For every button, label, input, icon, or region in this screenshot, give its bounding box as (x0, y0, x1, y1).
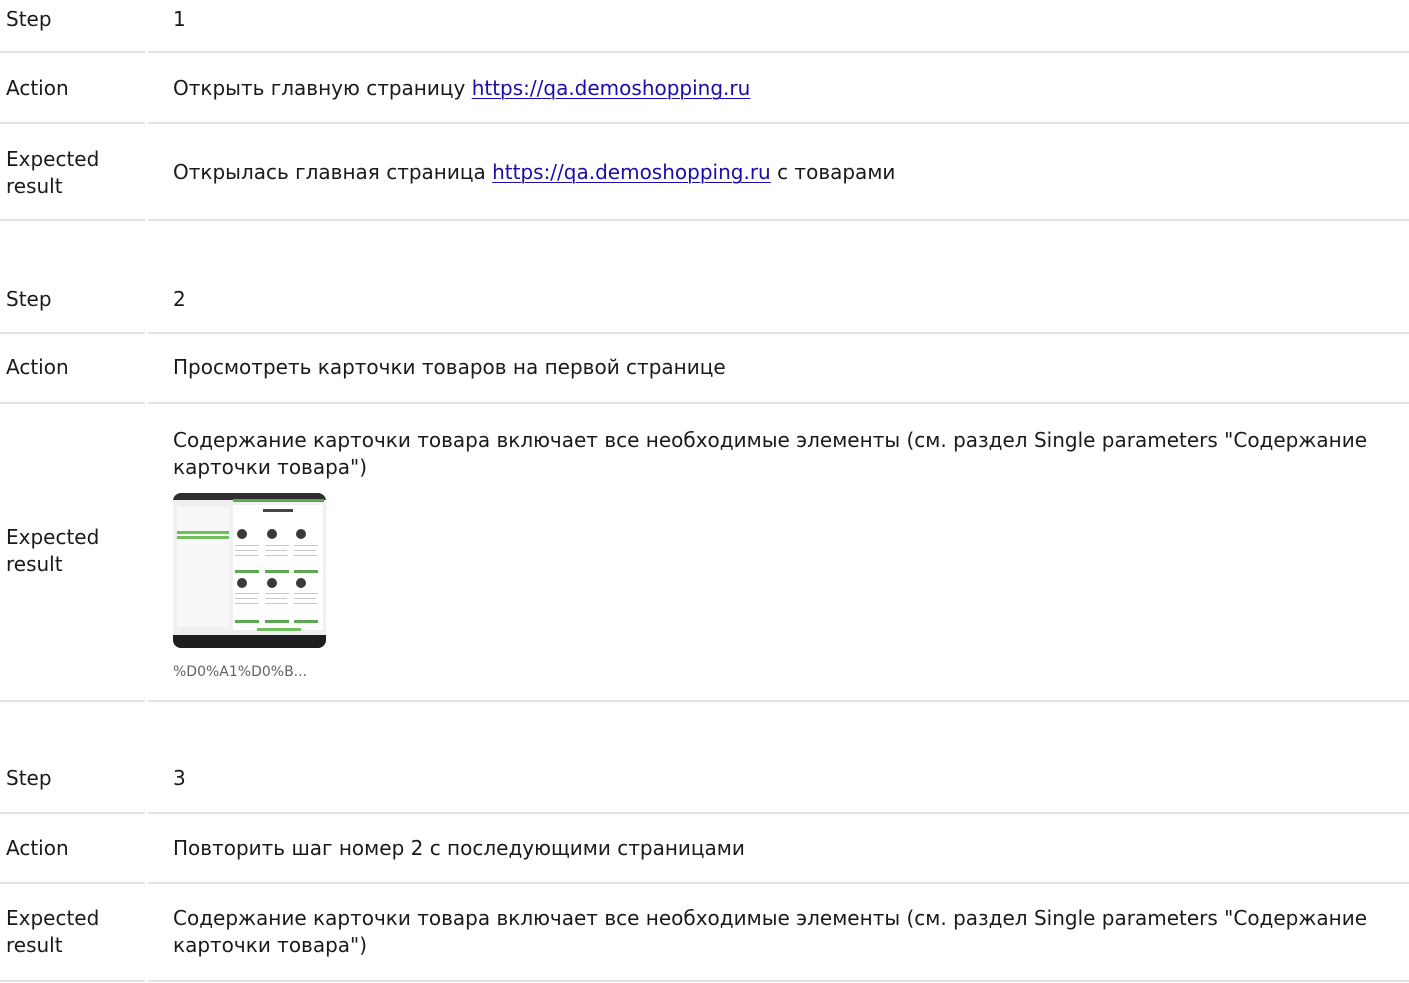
action-text: Просмотреть карточки товаров на первой с… (173, 355, 726, 379)
attachment-thumbnail[interactable] (173, 493, 326, 648)
expected-label-line2: result (6, 552, 63, 576)
step-number: 3 (173, 766, 186, 790)
thumb-text-line (294, 550, 316, 551)
expected-result-label: Expected result (6, 524, 99, 578)
action-label: Action (6, 76, 69, 100)
expected-label-line2: result (6, 933, 63, 957)
step-row: Step 1 (0, 0, 1409, 53)
action-text: Открыть главную страницу https://qa.demo… (173, 75, 1369, 102)
expected-label-line2: result (6, 174, 63, 198)
thumb-nav (233, 499, 324, 502)
thumb-main (233, 505, 323, 630)
expected-text-prefix: Открылась главная страница (173, 160, 486, 184)
thumb-text-line (265, 550, 287, 551)
expected-result-label: Expected result (6, 905, 99, 959)
divider (0, 980, 1409, 982)
thumb-text-line (294, 593, 318, 594)
divider (0, 219, 1409, 221)
thumb-card-button (265, 570, 289, 573)
thumb-card-button (235, 570, 259, 573)
thumb-text-line (235, 545, 259, 546)
thumb-sidebar (177, 507, 229, 627)
thumb-card-button (294, 570, 318, 573)
thumb-text-line (265, 598, 287, 599)
thumb-text-line (265, 545, 289, 546)
action-row: Action Повторить шаг номер 2 с последующ… (0, 814, 1409, 884)
thumb-pagination (257, 628, 301, 631)
thumb-text-line (294, 603, 317, 604)
thumb-card-button (294, 620, 318, 623)
step-label: Step (6, 766, 52, 790)
thumb-product-icon (237, 529, 247, 539)
thumb-product-icon (267, 529, 277, 539)
expected-result-text: Содержание карточки товара включает все … (173, 906, 1368, 957)
expected-label-line1: Expected (6, 147, 100, 171)
action-label: Action (6, 836, 69, 860)
thumb-sidebar-button (177, 536, 229, 539)
thumb-text-line (294, 555, 317, 556)
expected-label-line1: Expected (6, 906, 100, 930)
step-label: Step (6, 7, 52, 31)
expected-result-row: Expected result Открылась главная страни… (0, 124, 1409, 221)
expected-result-row: Expected result Содержание карточки това… (0, 884, 1409, 982)
expected-text-suffix: с товарами (777, 160, 896, 184)
thumb-text-line (265, 603, 288, 604)
thumb-product-icon (296, 578, 306, 588)
action-text: Повторить шаг номер 2 с последующими стр… (173, 836, 745, 860)
action-row: Action Открыть главную страницу https://… (0, 53, 1409, 124)
thumb-footer (173, 635, 326, 648)
thumb-text-line (265, 555, 288, 556)
thumb-text-line (235, 603, 258, 604)
expected-label-line1: Expected (6, 525, 100, 549)
thumb-text-line (294, 598, 316, 599)
thumb-text-line (294, 545, 318, 546)
thumb-sidebar-button (177, 531, 229, 534)
thumb-title (263, 509, 293, 512)
thumb-card-button (235, 620, 259, 623)
thumb-product-icon (237, 578, 247, 588)
step-row: Step 2 (0, 280, 1409, 334)
thumb-card-button (265, 620, 289, 623)
step-label: Step (6, 287, 52, 311)
action-label: Action (6, 355, 69, 379)
demoshopping-link[interactable]: https://qa.demoshopping.ru (472, 76, 751, 100)
step-number: 2 (173, 287, 186, 311)
demoshopping-link[interactable]: https://qa.demoshopping.ru (492, 160, 771, 184)
expected-result-text: Открылась главная страница https://qa.de… (173, 159, 1369, 186)
thumb-product-icon (267, 578, 277, 588)
expected-result-row: Expected result Содержание карточки това… (0, 404, 1409, 702)
thumb-text-line (235, 593, 259, 594)
attachment-caption[interactable]: %D0%A1%D0%B... (173, 663, 307, 681)
divider (0, 700, 1409, 702)
expected-result-text: Содержание карточки товара включает все … (173, 428, 1368, 479)
thumb-text-line (265, 593, 289, 594)
step-number: 1 (173, 7, 186, 31)
thumb-text-line (235, 555, 258, 556)
action-row: Action Просмотреть карточки товаров на п… (0, 334, 1409, 404)
thumb-text-line (235, 550, 257, 551)
thumb-product-icon (296, 529, 306, 539)
action-text-prefix: Открыть главную страницу (173, 76, 466, 100)
thumb-text-line (235, 598, 257, 599)
expected-result-label: Expected result (6, 146, 99, 200)
step-row: Step 3 (0, 761, 1409, 814)
